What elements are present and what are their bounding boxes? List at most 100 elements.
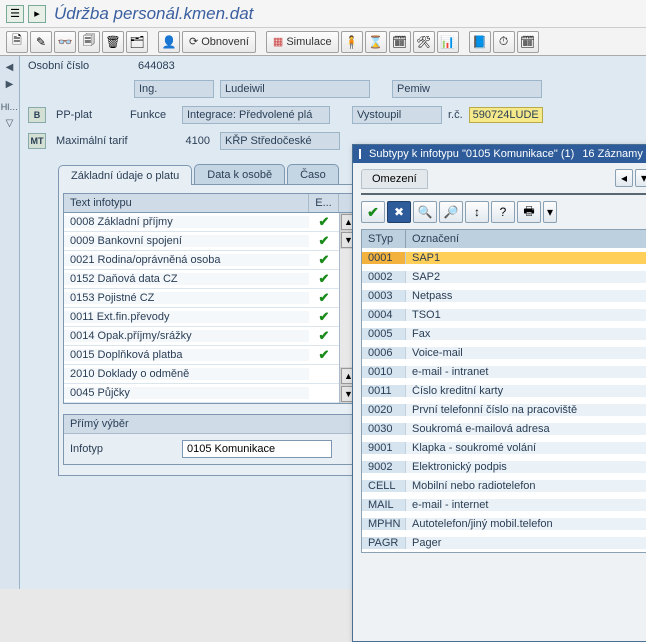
nav-collapse-right[interactable]: ▶ (6, 79, 14, 90)
popup-row-name: e-mail - intranet (406, 366, 646, 378)
popup-titlebar[interactable]: Subtypy k infotypu "0105 Komunikace" (1)… (353, 145, 646, 163)
popup-menu-down-icon[interactable]: ▾ (635, 169, 646, 187)
popup-row[interactable]: MPHNAutotelefon/jiný mobil.telefon (362, 514, 646, 533)
popup-col-styp[interactable]: STyp (362, 230, 406, 248)
list-col-e[interactable]: E... (309, 194, 339, 212)
overview-button[interactable]: 🗂 (126, 31, 148, 53)
tab-data-osobe[interactable]: Data k osobě (194, 164, 285, 184)
row-label: 0009 Bankovní spojení (64, 235, 309, 247)
popup-help-button[interactable]: ? (491, 201, 515, 223)
popup-row[interactable]: PAGRPager (362, 533, 646, 552)
tool-btn-2[interactable]: ⌛ (365, 31, 387, 53)
table-row[interactable]: 0015 Doplňková platba✔ (64, 346, 339, 365)
tool-btn-5[interactable]: 📊 (437, 31, 459, 53)
popup-row[interactable]: 0010e-mail - intranet (362, 362, 646, 381)
edit-button[interactable]: ✎ (30, 31, 52, 53)
copy-button[interactable]: 🗐 (78, 31, 100, 53)
popup-find-next-button[interactable]: 🔎 (439, 201, 463, 223)
row-label: 0045 Půjčky (64, 387, 309, 399)
popup-row-name: Pager (406, 537, 646, 549)
window-title: Údržba personál.kmen.dat (54, 4, 253, 24)
tool-btn-3[interactable]: 🗓 (389, 31, 411, 53)
popup-row[interactable]: 9001Klapka - soukromé volání (362, 438, 646, 457)
title-icon-right[interactable]: ▸ (28, 5, 46, 23)
table-row[interactable]: 0011 Ext.fin.převody✔ (64, 308, 339, 327)
title-prefix-field[interactable]: Ing. (134, 80, 214, 98)
simulace-button[interactable]: ▦Simulace (266, 31, 339, 53)
nav-collapse-left[interactable]: ◀ (6, 62, 14, 73)
table-row[interactable]: 0009 Bankovní spojení✔ (64, 232, 339, 251)
marker-mt: MT (28, 133, 46, 149)
nav-expand-icon[interactable]: ▽ (6, 118, 14, 129)
delete-button[interactable]: 🗑 (102, 31, 124, 53)
popup-row[interactable]: 9002Elektronický podpis (362, 457, 646, 476)
list-col-name[interactable]: Text infotypu (64, 194, 309, 212)
popup-more-button[interactable]: ▾ (543, 201, 557, 223)
table-row[interactable]: 0014 Opak.příjmy/srážky✔ (64, 327, 339, 346)
new-doc-button[interactable]: 🗎 (6, 31, 28, 53)
nav-strip: ◀ ▶ Hl… ▽ (0, 56, 20, 589)
nav-hl: Hl… (1, 102, 19, 112)
popup-row-name: Fax (406, 328, 646, 340)
popup-row[interactable]: 0006Voice-mail (362, 343, 646, 362)
infotyp-input[interactable] (182, 440, 332, 458)
popup-menu-left-icon[interactable]: ◂ (615, 169, 633, 187)
popup-row-name: TSO1 (406, 309, 646, 321)
tab-zakladni[interactable]: Základní údaje o platu (58, 165, 192, 185)
firstname-field[interactable]: Pemiw (392, 80, 542, 98)
funkce-field[interactable]: Integrace: Předvolené plá (182, 106, 330, 124)
popup-sys-icon (359, 149, 361, 159)
table-row[interactable]: 2010 Doklady o odměně (64, 365, 339, 384)
vystoupil-field[interactable]: Vystoupil (352, 106, 442, 124)
popup-row-code: 0002 (362, 271, 406, 283)
main-area: Osobní číslo 644083 Ing. Ludeiwil Pemiw … (20, 56, 646, 589)
run-button[interactable]: 👤 (158, 31, 180, 53)
popup-row[interactable]: 0011Číslo kreditní karty (362, 381, 646, 400)
popup-sort-button[interactable]: ↕ (465, 201, 489, 223)
popup-accept-button[interactable]: ✔ (361, 201, 385, 223)
tool-btn-8[interactable]: 🗓 (517, 31, 539, 53)
tool-btn-4[interactable]: 🛠 (413, 31, 435, 53)
row-label: 0008 Základní příjmy (64, 216, 309, 228)
popup-row[interactable]: 0002SAP2 (362, 267, 646, 286)
table-row[interactable]: 0008 Základní příjmy✔ (64, 213, 339, 232)
popup-row-code: 0004 (362, 309, 406, 321)
tab-caso[interactable]: Časo (287, 164, 339, 184)
popup-title-2: 16 Záznamy naleze (582, 148, 646, 160)
popup-row-name: Mobilní nebo radiotelefon (406, 480, 646, 492)
table-row[interactable]: 0021 Rodina/oprávněná osoba✔ (64, 251, 339, 270)
popup-row[interactable]: 0004TSO1 (362, 305, 646, 324)
row-label: 0014 Opak.příjmy/srážky (64, 330, 309, 342)
popup-row[interactable]: CELLMobilní nebo radiotelefon (362, 476, 646, 495)
popup-row[interactable]: 0003Netpass (362, 286, 646, 305)
tool-btn-1[interactable]: 🧍 (341, 31, 363, 53)
glasses-button[interactable]: 👓 (54, 31, 76, 53)
popup-col-oznaceni[interactable]: Označení (406, 230, 646, 248)
popup-find-button[interactable]: 🔍 (413, 201, 437, 223)
row-name: Ing. Ludeiwil Pemiw (20, 76, 646, 102)
table-row[interactable]: 0153 Pojistné CZ✔ (64, 289, 339, 308)
row-label: 0152 Daňová data CZ (64, 273, 309, 285)
title-icon-left[interactable]: ☰ (6, 5, 24, 23)
popup-row-code: 9001 (362, 442, 406, 454)
popup-row[interactable]: MAILe-mail - internet (362, 495, 646, 514)
row-label: 0153 Pojistné CZ (64, 292, 309, 304)
tool-btn-7[interactable]: ⏱ (493, 31, 515, 53)
popup-cancel-button[interactable]: ✖ (387, 201, 411, 223)
popup-row[interactable]: 0030Soukromá e-mailová adresa (362, 419, 646, 438)
table-row[interactable]: 0045 Půjčky (64, 384, 339, 403)
popup-print-button[interactable]: 🖶 (517, 201, 541, 223)
obnoveni-button[interactable]: ⟳Obnovení (182, 31, 256, 53)
popup-row[interactable]: 0001SAP1 (362, 248, 646, 267)
popup-omezeni-tab[interactable]: Omezení (361, 169, 428, 189)
title-bar: ☰ ▸ Údržba personál.kmen.dat (0, 0, 646, 28)
popup-row[interactable]: 0005Fax (362, 324, 646, 343)
table-row[interactable]: 0152 Daňová data CZ✔ (64, 270, 339, 289)
popup-row[interactable]: 0020První telefonní číslo na pracoviště (362, 400, 646, 419)
osobni-cislo-label: Osobní číslo (28, 60, 128, 72)
max-tarif-txt[interactable]: KŘP Středočeské (220, 132, 340, 150)
simulace-label: Simulace (286, 36, 331, 48)
lastname-field[interactable]: Ludeiwil (220, 80, 370, 98)
tool-btn-6[interactable]: 📘 (469, 31, 491, 53)
check-icon: ✔ (319, 252, 330, 268)
